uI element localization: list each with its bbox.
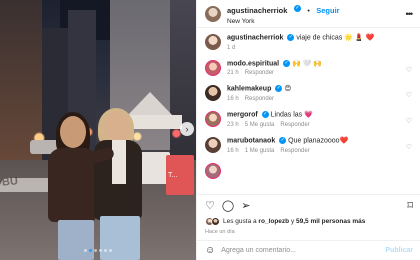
comment-time[interactable]: 16 h: [227, 148, 239, 154]
comment-likes[interactable]: 1 Me gusta: [245, 148, 275, 154]
caption-username[interactable]: agustinacherriok: [227, 34, 283, 41]
author-username[interactable]: agustinacherriok: [227, 6, 287, 15]
carousel-dot: [94, 249, 97, 252]
street-marking: BU: [1, 175, 19, 189]
comment-row: modo.espiritual ✓ 🙌 🤍 🙌 21 h Responder ♡: [205, 59, 412, 76]
comment-text: 🙌 🤍 🙌: [292, 60, 323, 68]
carousel-dot: [104, 249, 107, 252]
post-time-ago[interactable]: Hace un día: [205, 229, 413, 235]
like-comment-heart-icon[interactable]: ♡: [406, 143, 412, 151]
liker-avatar[interactable]: [211, 217, 220, 226]
commenter-avatar[interactable]: [205, 59, 221, 76]
likes-count[interactable]: 59,5 mil personas más: [296, 218, 365, 225]
instagram-post-view: BU T... › agustinacherriok ✓ • Seguir Ne…: [0, 0, 420, 260]
comment-likes[interactable]: 5 Me gusta: [245, 122, 275, 128]
comment-username[interactable]: modo.espiritual: [227, 60, 279, 67]
comment-text: Que planazoooo❤️: [288, 137, 349, 145]
emoji-icon[interactable]: ☺: [205, 245, 215, 256]
comment-time[interactable]: 16 h: [227, 96, 239, 102]
verified-badge-icon: ✓: [261, 111, 269, 119]
verified-badge-icon: ✓: [287, 34, 295, 41]
reply-button[interactable]: Responder: [280, 148, 309, 154]
commenter-avatar[interactable]: [205, 85, 221, 102]
separator-dot: •: [307, 8, 310, 16]
comment-username[interactable]: marubotanaok: [227, 137, 275, 144]
next-arrow-icon[interactable]: ›: [180, 122, 194, 136]
carousel-dot: [84, 249, 87, 252]
comment-row: mergorof ✓ Lindas las 💗 23 h 5 Me gusta …: [205, 111, 412, 128]
comment-username[interactable]: mergorof: [227, 112, 258, 119]
like-comment-heart-icon[interactable]: ♡: [406, 91, 412, 99]
comment-input[interactable]: Agrega un comentario...: [221, 247, 385, 254]
post-header: agustinacherriok ✓ • Seguir New York •••: [197, 0, 420, 28]
carousel-dot: [99, 249, 102, 252]
carousel-dot: [109, 249, 112, 252]
likes-summary: Les gusta a ro_lopezb y 59,5 mil persona…: [205, 217, 413, 226]
liker-username[interactable]: ro_lopezb: [258, 218, 289, 225]
newsbox-text: T...: [168, 172, 178, 179]
add-comment-bar: ☺ Agrega un comentario... Publicar: [197, 240, 420, 260]
commenter-avatar[interactable]: [205, 111, 221, 128]
commenter-avatar[interactable]: [205, 162, 221, 179]
comment-text: 😍: [284, 85, 292, 93]
follow-button[interactable]: Seguir: [316, 6, 339, 15]
caption-text: viaje de chicas 🌟 💄 ❤️: [296, 34, 375, 42]
verified-badge-icon: ✓: [283, 59, 291, 67]
post-side-panel: agustinacherriok ✓ • Seguir New York •••…: [196, 0, 420, 260]
comment-time[interactable]: 21 h: [227, 70, 239, 76]
comment-row: marubotanaok ✓ Que planazoooo❤️ 16 h 1 M…: [205, 136, 412, 154]
share-paper-plane-icon[interactable]: ➢: [241, 200, 250, 212]
more-horizontal-icon[interactable]: •••: [406, 9, 414, 19]
comment-row-partial: [205, 162, 412, 179]
publish-button[interactable]: Publicar: [385, 247, 413, 254]
girl-right-jeans: [100, 216, 140, 260]
carousel-dot-active: [89, 249, 92, 252]
post-actions: ♡ ◯ ➢ ⌑ Les gusta a ro_lopezb y 59,5 mil…: [197, 194, 420, 235]
verified-badge-icon: ✓: [275, 85, 283, 93]
comment-row: kahlemakeup ✓ 😍 16 h Responder ♡: [205, 85, 412, 102]
commenter-avatar[interactable]: [205, 136, 221, 153]
comment-time[interactable]: 23 h: [227, 122, 239, 128]
like-comment-heart-icon[interactable]: ♡: [406, 117, 412, 125]
post-location[interactable]: New York: [227, 18, 340, 26]
post-photo[interactable]: BU T... ›: [0, 0, 196, 260]
girl-left-face: [60, 116, 86, 148]
girl-left-jeans: [58, 220, 94, 260]
caption-row: agustinacherriok ✓ viaje de chicas 🌟 💄 ❤…: [205, 34, 412, 51]
carousel-dots: [84, 249, 112, 252]
bookmark-icon[interactable]: ⌑: [407, 200, 413, 212]
author-avatar[interactable]: [205, 5, 221, 22]
like-comment-heart-icon[interactable]: ♡: [406, 66, 412, 74]
comment-bubble-icon[interactable]: ◯: [222, 200, 234, 212]
likes-prefix: Les gusta a: [223, 218, 257, 225]
comments-list[interactable]: agustinacherriok ✓ viaje de chicas 🌟 💄 ❤…: [197, 28, 420, 184]
girl-right-face: [104, 112, 130, 142]
verified-badge-icon: ✓: [279, 136, 287, 144]
comment-username[interactable]: kahlemakeup: [227, 86, 271, 93]
caption-time[interactable]: 1 d: [227, 45, 235, 51]
likes-joiner: y: [290, 218, 295, 225]
reply-button[interactable]: Responder: [280, 122, 309, 128]
reply-button[interactable]: Responder: [245, 96, 274, 102]
girl-right-shirt: [112, 140, 126, 184]
reply-button[interactable]: Responder: [245, 70, 274, 76]
verified-badge-icon: ✓: [293, 5, 301, 13]
author-avatar[interactable]: [205, 34, 221, 50]
comment-text: Lindas las 💗: [270, 111, 313, 119]
like-heart-icon[interactable]: ♡: [205, 200, 215, 212]
